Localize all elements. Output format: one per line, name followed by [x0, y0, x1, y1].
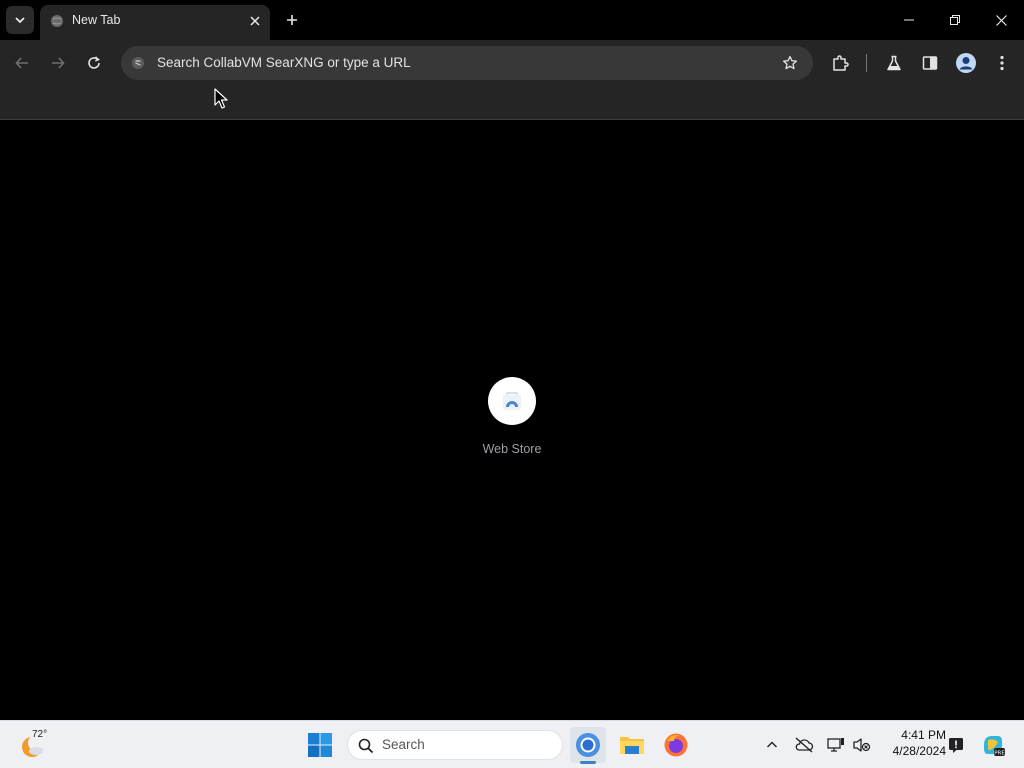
- star-icon: [782, 55, 798, 70]
- weather-widget[interactable]: 72°: [16, 727, 66, 763]
- copilot-icon: PRE: [984, 736, 1005, 757]
- restore-button[interactable]: [932, 0, 978, 40]
- taskbar-firefox[interactable]: [658, 727, 694, 763]
- network-icon: [827, 738, 844, 752]
- arrow-left-icon: [15, 57, 28, 69]
- forward-button[interactable]: [44, 49, 72, 77]
- windows-logo-icon: [308, 733, 332, 757]
- toolbar-separator: [866, 54, 867, 72]
- plus-icon: [287, 15, 297, 25]
- close-window-button[interactable]: [978, 0, 1024, 40]
- menu-button[interactable]: [988, 49, 1016, 77]
- onedrive-tray-icon[interactable]: [794, 735, 814, 755]
- taskbar-file-explorer[interactable]: [614, 727, 650, 763]
- speaker-muted-icon: [853, 738, 871, 752]
- kebab-menu-icon: [1000, 55, 1004, 71]
- shortcut-web-store[interactable]: Web Store: [472, 377, 552, 467]
- profile-button[interactable]: [952, 49, 980, 77]
- weather-temperature: 72°: [32, 729, 48, 740]
- firefox-icon: [664, 733, 688, 757]
- close-icon: [250, 16, 260, 26]
- notification-icon: [949, 738, 963, 753]
- mouse-cursor-icon: [214, 88, 228, 109]
- minimize-button[interactable]: [886, 0, 932, 40]
- search-icon: [358, 738, 374, 754]
- network-tray-icon[interactable]: [826, 735, 846, 755]
- globe-icon: [51, 15, 63, 27]
- tab-new-tab[interactable]: New Tab: [40, 5, 270, 40]
- taskbar-search-placeholder: Search: [382, 737, 425, 752]
- chevron-down-icon: [15, 17, 25, 24]
- reload-button[interactable]: [80, 49, 108, 77]
- chevron-up-icon: [767, 741, 777, 748]
- tab-search-button[interactable]: [6, 6, 34, 34]
- taskbar-clock[interactable]: 4:41 PM 4/28/2024: [876, 727, 946, 759]
- volume-tray-icon[interactable]: [852, 735, 872, 755]
- extensions-button[interactable]: [826, 49, 854, 77]
- browser-toolbar: Search CollabVM SearXNG or type a URL: [0, 40, 1024, 86]
- back-button[interactable]: [8, 49, 36, 77]
- folder-icon: [620, 737, 644, 754]
- notifications-button[interactable]: [946, 735, 966, 755]
- tab-strip: New Tab: [0, 0, 1024, 40]
- active-app-indicator: [580, 761, 596, 764]
- address-bar[interactable]: Search CollabVM SearXNG or type a URL: [121, 46, 813, 80]
- minimize-icon: [904, 19, 914, 21]
- close-icon: [995, 14, 1007, 26]
- flask-icon: [887, 55, 901, 71]
- taskbar-chrome[interactable]: [570, 727, 606, 763]
- shortcut-label: Web Store: [482, 442, 542, 456]
- reload-icon: [88, 56, 100, 69]
- restore-icon: [950, 15, 960, 25]
- start-button[interactable]: [307, 732, 333, 758]
- bookmark-button[interactable]: [780, 53, 800, 73]
- tab-title: New Tab: [72, 13, 121, 27]
- copilot-button[interactable]: PRE: [980, 732, 1006, 758]
- labs-button[interactable]: [880, 49, 908, 77]
- profile-icon: [956, 53, 976, 73]
- puzzle-icon: [833, 55, 849, 71]
- arrow-right-icon: [52, 57, 65, 69]
- side-panel-icon: [922, 56, 938, 70]
- chrome-icon: [576, 733, 600, 757]
- taskbar-search-box[interactable]: Search: [347, 730, 563, 760]
- side-panel-button[interactable]: [916, 49, 944, 77]
- bookmarks-bar: [0, 86, 1024, 120]
- new-tab-button[interactable]: [280, 8, 304, 32]
- tab-close-button[interactable]: [246, 12, 264, 30]
- clock-date: 4/28/2024: [892, 744, 946, 758]
- site-info-icon[interactable]: [129, 54, 147, 72]
- web-store-icon: [488, 377, 536, 425]
- clock-time: 4:41 PM: [901, 728, 946, 742]
- address-bar-placeholder: Search CollabVM SearXNG or type a URL: [157, 55, 411, 70]
- show-hidden-icons-button[interactable]: [762, 735, 782, 755]
- taskbar: 72° Search 4:41 PM 4/28/2024 PRE: [0, 720, 1024, 768]
- cloud-off-icon: [795, 737, 814, 753]
- copilot-pre-badge: PRE: [994, 751, 1005, 757]
